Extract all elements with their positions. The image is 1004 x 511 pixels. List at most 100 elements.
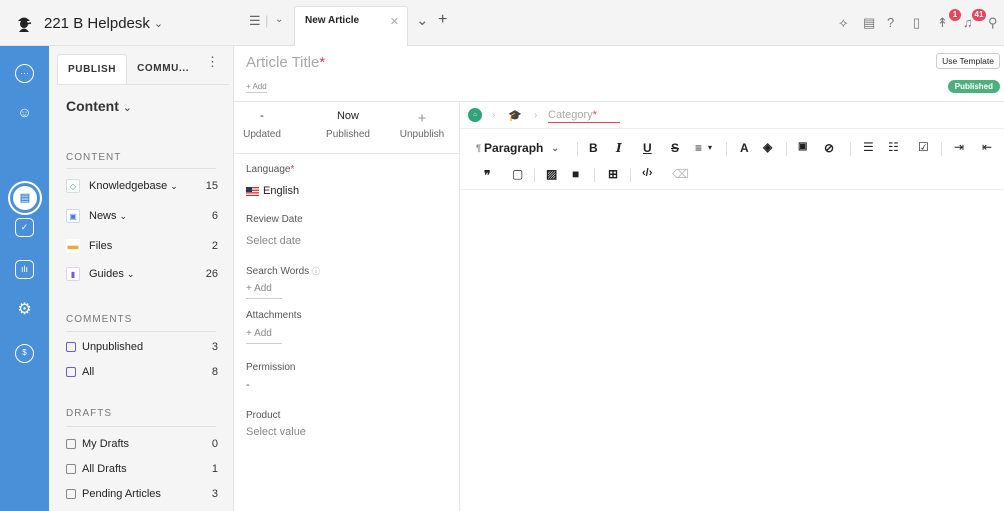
underline-icon[interactable]: U [643,141,652,155]
category-select[interactable]: Category* [548,109,620,123]
divider [941,142,942,156]
us-flag-icon [246,186,259,196]
contacts-icon[interactable]: ☺ [15,104,34,123]
input-underline [246,298,282,299]
use-template-button[interactable]: Use Template [936,53,1000,69]
align-icon[interactable]: ≡ [695,141,702,155]
notification-badge: 1 [949,9,961,21]
product-select[interactable]: Select value [246,426,306,438]
published-value: Now [336,110,359,122]
input-underline [246,343,282,344]
tab-community[interactable]: COMMU... [127,54,199,84]
language-value: English [263,185,300,197]
tab-new-article[interactable]: New Article ✕ [294,6,408,46]
divider [57,84,229,85]
bell-icon[interactable]: ♫ [963,15,973,30]
sidebar-item-label: News [89,210,117,222]
sidebar-item-knowledgebase[interactable]: ◇ Knowledgebase ⌄ 15 [66,176,218,196]
more-icon[interactable]: ⋮ [206,54,219,70]
indent-icon[interactable]: ⇥ [954,140,964,154]
bold-icon[interactable]: B [589,141,598,155]
video-icon[interactable]: ■ [572,167,579,181]
editor-body[interactable] [460,190,1004,511]
checkbox-icon [66,489,76,499]
item-count: 0 [211,438,218,450]
sidebar-item-all[interactable]: All 8 [66,362,218,382]
close-icon[interactable]: ✕ [390,15,399,28]
item-count: 3 [211,488,218,500]
knowledgebase-icon[interactable]: ▤ [13,186,37,210]
bullet-list-icon[interactable]: ☰ [863,140,874,154]
section-heading-drafts: DRAFTS [66,408,112,419]
tasks-icon[interactable]: ✓ [15,218,34,237]
paragraph-style-select[interactable]: ¶ Paragraph ⌄ [476,141,559,155]
document-icon[interactable]: ▤ [863,15,875,31]
sidebar-item-label: Knowledgebase [89,180,168,192]
sidebar-item-all-drafts[interactable]: All Drafts 1 [66,459,218,479]
sidebar-item-news[interactable]: ▣ News ⌄ 6 [66,206,218,226]
sidebar-title[interactable]: Content ⌄ [66,98,132,114]
add-subtitle-link[interactable]: + Add [246,82,267,93]
rocket-icon[interactable]: ↟ [937,15,948,31]
workspace-switcher[interactable]: 221 B Helpdesk ⌄ [0,0,234,46]
divider [726,142,727,156]
article-title-input[interactable]: Article Title* [246,54,325,71]
image-icon[interactable]: ▨ [546,167,557,181]
link-icon[interactable]: ⊘ [824,141,834,155]
clear-format-icon[interactable]: ⌫ [672,167,689,181]
billing-icon[interactable]: $ [15,344,34,363]
settings-icon[interactable]: ⚙ [15,302,34,321]
fill-color-icon[interactable]: ◈ [763,140,772,154]
review-date-label: Review Date [246,214,303,225]
embed-icon[interactable]: ▣ [798,141,807,152]
tabs-dropdown-icon[interactable]: ⌄ [275,14,283,25]
add-attachment-button[interactable]: + Add [246,328,272,339]
search-icon[interactable]: ⚲ [988,15,998,31]
outdent-icon[interactable]: ⇤ [982,140,992,154]
help-icon[interactable]: ? [887,15,894,30]
divider [786,142,787,156]
chevron-down-icon[interactable]: ▾ [708,143,712,152]
checklist-icon[interactable]: ☑ [918,140,929,154]
language-select[interactable]: English [246,185,299,197]
comment-icon[interactable]: ▢ [512,167,523,181]
reports-icon[interactable]: ılı [15,260,34,279]
chevron-down-icon[interactable]: ⌄ [416,11,429,29]
add-tab-icon[interactable]: + [438,11,447,29]
code-icon[interactable]: ‹/› [642,167,652,179]
divider [577,142,578,156]
checkbox-icon [66,367,76,377]
divider [850,142,851,156]
sidebar-item-unpublished[interactable]: Unpublished 3 [66,337,218,357]
unpublish-button[interactable]: + Unpublish [392,110,452,140]
sidebar-item-my-drafts[interactable]: My Drafts 0 [66,434,218,454]
italic-icon[interactable]: I [616,141,622,155]
chevron-down-icon: ⌄ [153,17,164,30]
numbered-list-icon[interactable]: ☷ [888,140,899,154]
list-icon[interactable]: ☰ [249,13,261,29]
section-heading-comments: COMMENTS [66,314,133,325]
sparkle-icon[interactable]: ⟡ [839,15,848,31]
bookmark-icon[interactable]: ▯ [913,15,920,31]
status-badge[interactable]: Published [947,80,1000,93]
tab-publish[interactable]: PUBLISH [57,54,128,84]
divider [66,426,216,427]
table-icon[interactable]: ⊞ [608,167,618,181]
strikethrough-icon[interactable]: S [671,141,679,155]
quote-icon[interactable]: ❞ [484,168,490,182]
graduation-cap-icon[interactable]: 🎓 [508,109,522,122]
paragraph-label: Paragraph [484,141,544,155]
updated-stat: - Updated [232,110,292,140]
sidebar-item-files[interactable]: ▬ Files 2 [66,236,218,256]
section-heading-content: CONTENT [66,152,122,163]
sherlock-logo-icon [18,17,32,32]
knowledgebase-icon[interactable]: ⌂ [468,108,482,122]
permission-value[interactable]: - [246,379,250,391]
chat-icon[interactable]: ··· [15,64,34,83]
updated-value: - [260,110,264,122]
sidebar-item-guides[interactable]: ▮ Guides ⌄ 26 [66,264,218,284]
sidebar-item-pending-articles[interactable]: Pending Articles 3 [66,484,218,504]
add-search-word-button[interactable]: + Add [246,283,272,294]
text-color-icon[interactable]: A [740,141,749,155]
review-date-picker[interactable]: Select date [246,235,301,247]
